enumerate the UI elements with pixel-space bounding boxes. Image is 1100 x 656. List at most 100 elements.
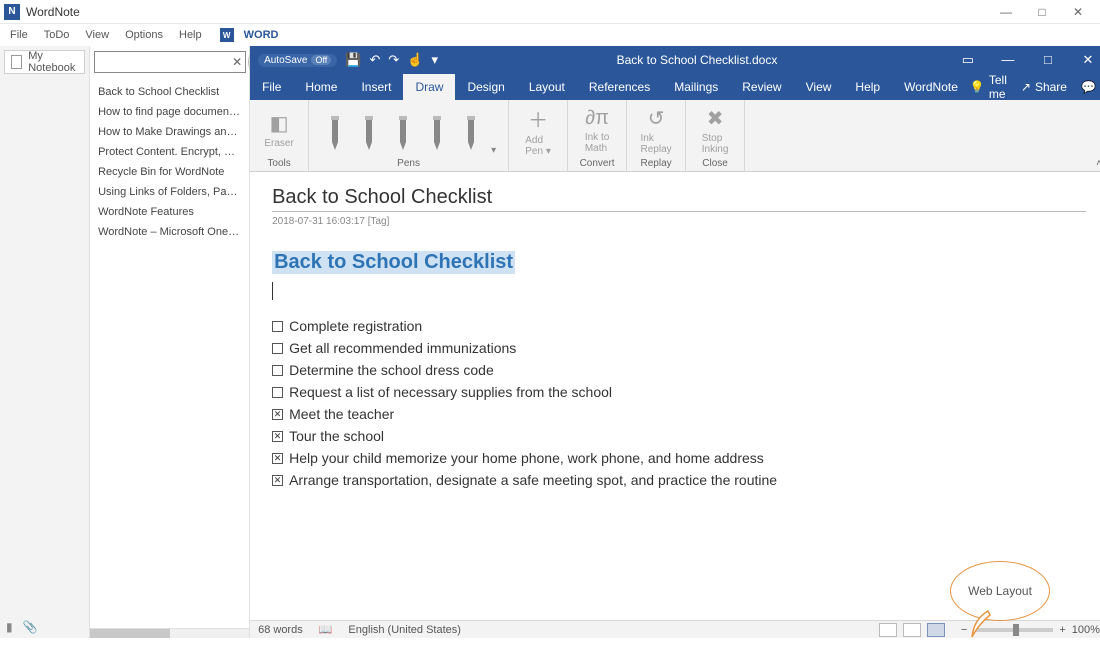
checkbox-icon[interactable] xyxy=(272,365,283,376)
tab-draw[interactable]: Draw xyxy=(403,74,455,100)
tab-insert[interactable]: Insert xyxy=(349,74,403,100)
menu-help[interactable]: Help xyxy=(173,27,208,43)
page-list-item[interactable]: Using Links of Folders, Pages, and Parag… xyxy=(96,182,243,202)
tab-layout[interactable]: Layout xyxy=(517,74,577,100)
autosave-toggle[interactable]: AutoSave Off xyxy=(258,54,337,67)
notebook-selector[interactable]: My Notebook xyxy=(4,50,85,74)
search-clear-icon[interactable]: ✕ xyxy=(232,55,242,69)
checkbox-icon[interactable] xyxy=(272,321,283,332)
page-list-item[interactable]: Protect Content. Encrypt, Decrypt, View xyxy=(96,142,243,162)
checklist-item[interactable]: ✕Tour the school xyxy=(272,428,1086,444)
tell-me-label: Tell me xyxy=(989,73,1007,101)
share-button[interactable]: ↗Share xyxy=(1021,80,1067,94)
checkbox-icon[interactable]: ✕ xyxy=(272,431,283,442)
word-indicator[interactable]: W WORD xyxy=(220,27,285,43)
pens-more-icon[interactable]: ▾ xyxy=(491,145,496,156)
tab-design[interactable]: Design xyxy=(455,74,516,100)
comments-icon[interactable]: 💬 xyxy=(1081,80,1096,94)
checklist-text: Complete registration xyxy=(289,318,422,334)
print-layout-button[interactable] xyxy=(903,623,921,637)
tab-home[interactable]: Home xyxy=(293,74,349,100)
pen-3[interactable] xyxy=(389,108,417,152)
word-close-button[interactable]: ✕ xyxy=(1068,52,1100,68)
checkbox-icon[interactable]: ✕ xyxy=(272,409,283,420)
autosave-label: AutoSave xyxy=(264,55,307,66)
page-list-item[interactable]: WordNote Features xyxy=(96,202,243,222)
close-button[interactable]: ✕ xyxy=(1060,0,1096,24)
checklist-item[interactable]: ✕Arrange transportation, designate a saf… xyxy=(272,472,1086,488)
add-pen-button[interactable]: ＋AddPen ▾ xyxy=(517,104,559,157)
menu-file[interactable]: File xyxy=(4,27,34,43)
zoom-level[interactable]: 100% xyxy=(1072,624,1100,636)
checklist-item[interactable]: ✕Help your child memorize your home phon… xyxy=(272,450,1086,466)
web-layout-button[interactable] xyxy=(927,623,945,637)
text-cursor xyxy=(272,282,273,300)
menu-view[interactable]: View xyxy=(79,27,115,43)
ink-to-math-button[interactable]: ∂πInk toMath xyxy=(576,107,618,154)
collapse-ribbon-icon[interactable]: ˄ xyxy=(1096,158,1100,169)
ribbon-options-icon[interactable]: ▭ xyxy=(948,52,988,68)
checklist-item[interactable]: Request a list of necessary supplies fro… xyxy=(272,384,1086,400)
pen-4[interactable] xyxy=(423,108,451,152)
touch-icon[interactable]: ☝ xyxy=(407,52,423,68)
menu-todo[interactable]: ToDo xyxy=(38,27,76,43)
tab-wordnote[interactable]: WordNote xyxy=(892,74,970,100)
minimize-button[interactable]: — xyxy=(988,0,1024,24)
tab-review[interactable]: Review xyxy=(730,74,793,100)
pen-2[interactable] xyxy=(355,108,383,152)
ink-replay-button[interactable]: ↺InkReplay xyxy=(635,106,677,155)
horizontal-scrollbar[interactable] xyxy=(90,628,249,638)
page-list-item[interactable]: How to Make Drawings and Handwriting xyxy=(96,122,243,142)
zoom-in-button[interactable]: + xyxy=(1059,624,1065,636)
checkbox-icon[interactable] xyxy=(272,343,283,354)
word-minimize-button[interactable]: — xyxy=(988,52,1028,68)
tab-help[interactable]: Help xyxy=(843,74,892,100)
checklist-item[interactable]: Determine the school dress code xyxy=(272,362,1086,378)
word-maximize-button[interactable]: □ xyxy=(1028,52,1068,68)
menu-options[interactable]: Options xyxy=(119,27,169,43)
maximize-button[interactable]: □ xyxy=(1024,0,1060,24)
zoom-out-button[interactable]: − xyxy=(961,624,967,636)
word-count[interactable]: 68 words xyxy=(258,624,303,636)
checklist-item[interactable]: Get all recommended immunizations xyxy=(272,340,1086,356)
sync-icon[interactable]: ▮ xyxy=(6,620,13,634)
tab-mailings[interactable]: Mailings xyxy=(662,74,730,100)
redo-icon[interactable]: ↷ xyxy=(388,52,399,68)
checkbox-icon[interactable]: ✕ xyxy=(272,475,283,486)
page-list-item[interactable]: WordNote – Microsoft OneNote Alternative xyxy=(96,222,243,242)
qat-more-icon[interactable]: ▾ xyxy=(431,52,438,68)
read-mode-button[interactable] xyxy=(879,623,897,637)
checklist-item[interactable]: ✕Meet the teacher xyxy=(272,406,1086,422)
search-input[interactable] xyxy=(94,51,246,73)
tell-me[interactable]: 💡Tell me xyxy=(970,73,1007,101)
document-area[interactable]: Back to School Checklist 2018-07-31 16:0… xyxy=(250,172,1100,620)
callout: Web Layout xyxy=(950,561,1060,621)
page-list-item[interactable]: Recycle Bin for WordNote xyxy=(96,162,243,182)
share-label: Share xyxy=(1035,80,1067,94)
checklist-text: Request a list of necessary supplies fro… xyxy=(289,384,612,400)
ribbon: ◧Eraser Tools ▾ Pens ＋AddPen ▾ ∂πInk toM… xyxy=(250,100,1100,172)
pen-1[interactable] xyxy=(321,108,349,152)
word-pane: AutoSave Off 💾 ↶ ↷ ☝ ▾ Back to School Ch… xyxy=(250,46,1100,638)
menubar: File ToDo View Options Help W WORD xyxy=(0,24,1100,46)
page-list-item[interactable]: How to find page documents in WordNote xyxy=(96,102,243,122)
stop-icon: ✖ xyxy=(707,106,724,131)
attachment-icon[interactable]: 📎 xyxy=(23,620,38,634)
language[interactable]: English (United States) xyxy=(348,624,461,636)
checklist-text: Determine the school dress code xyxy=(289,362,494,378)
tab-file[interactable]: File xyxy=(250,74,293,100)
eraser-button[interactable]: ◧Eraser xyxy=(258,111,300,149)
page-list-item[interactable]: Back to School Checklist xyxy=(96,82,243,102)
undo-icon[interactable]: ↶ xyxy=(369,52,380,68)
checkbox-icon[interactable]: ✕ xyxy=(272,453,283,464)
tab-references[interactable]: References xyxy=(577,74,662,100)
notebook-panel: My Notebook ▮ 📎 xyxy=(0,46,90,638)
tab-view[interactable]: View xyxy=(794,74,844,100)
save-icon[interactable]: 💾 xyxy=(345,52,361,68)
pen-5[interactable] xyxy=(457,108,485,152)
doc-heading[interactable]: Back to School Checklist xyxy=(272,251,515,274)
proofing-icon[interactable]: 📖 xyxy=(319,623,333,636)
stop-inking-button[interactable]: ✖StopInking xyxy=(694,106,736,155)
checklist-item[interactable]: Complete registration xyxy=(272,318,1086,334)
checkbox-icon[interactable] xyxy=(272,387,283,398)
